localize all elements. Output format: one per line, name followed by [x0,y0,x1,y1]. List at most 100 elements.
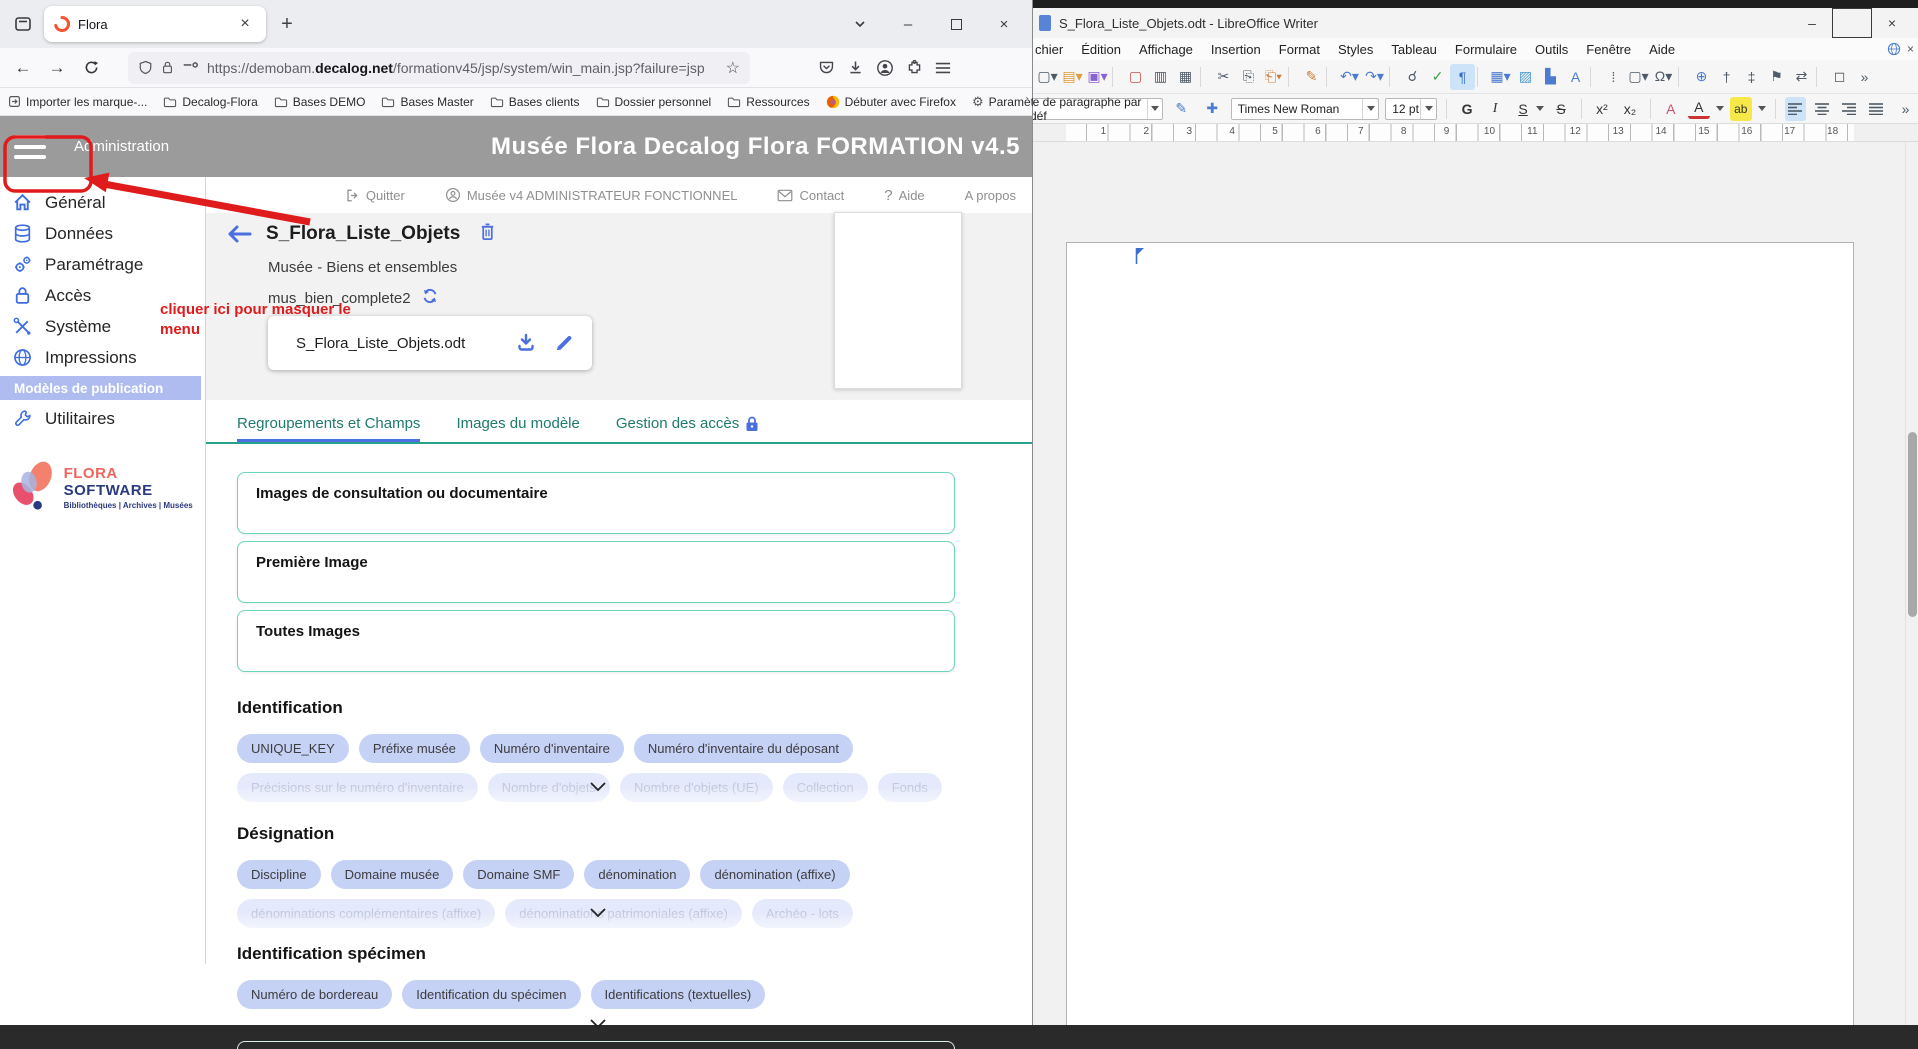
field-chip-disabled[interactable]: Collection [783,773,868,802]
separator-icon[interactable] [1590,67,1599,87]
writer-maximize-icon[interactable] [1832,8,1872,38]
field-chip-disabled[interactable]: Archéo - lots [752,899,853,928]
help-button[interactable]: ? Aide [884,187,924,204]
underline-button[interactable]: S [1512,97,1534,121]
field-chip[interactable]: Numéro d'inventaire [480,734,624,763]
field-chip[interactable]: dénomination [584,860,690,889]
downloads-icon[interactable] [847,59,864,76]
update-style-icon[interactable]: ✎ [1169,96,1194,122]
back-arrow-icon[interactable] [226,223,252,250]
shield-icon[interactable] [138,60,153,75]
endnote-icon[interactable]: ‡ [1739,64,1764,90]
container-icon[interactable] [182,61,199,74]
writer-scrollbar[interactable] [1905,142,1918,1025]
tab-close-icon[interactable]: × [234,13,256,35]
separator-icon[interactable] [1326,67,1335,87]
new-style-icon[interactable]: ✚ [1200,96,1225,122]
export-pdf-icon[interactable]: ▢ [1123,64,1148,90]
field-chip[interactable]: Domaine musée [331,860,454,889]
separator-icon[interactable] [1678,67,1687,87]
font-color-button[interactable]: A [1688,98,1710,119]
writer-close-icon[interactable]: × [1872,8,1912,38]
menu-item[interactable]: Formulaire [1455,42,1517,57]
bookmark-folder[interactable]: Decalog-Flora [163,95,257,109]
subscript-button[interactable]: x₂ [1619,97,1641,121]
separator-icon[interactable] [1389,67,1398,87]
separator-icon[interactable] [1816,67,1825,87]
spellcheck-icon[interactable]: ✓ [1425,64,1450,90]
pocket-icon[interactable] [818,59,835,76]
new-document-icon[interactable]: ▢▾ [1035,64,1060,90]
align-center-button[interactable] [1812,97,1833,121]
text-box-icon[interactable]: A [1563,64,1588,90]
bookmark-folder[interactable]: Bases DEMO [274,95,366,109]
chart-icon[interactable]: ▙ [1538,64,1563,90]
copy-icon[interactable]: ⎘ [1236,64,1261,90]
delete-icon[interactable] [478,221,497,247]
clear-formatting-button[interactable]: A [1660,97,1682,121]
menu-item[interactable]: Édition [1081,42,1121,57]
redo-icon[interactable]: ↷▾ [1362,64,1387,90]
bookmark-folder[interactable]: Bases clients [490,95,580,109]
cut-icon[interactable]: ✂ [1211,64,1236,90]
bookmark-folder[interactable]: Ressources [727,95,809,109]
edit-pencil-icon[interactable] [553,333,574,354]
sidebar-item-impressions[interactable]: Impressions [0,342,205,373]
menu-item[interactable]: Aide [1649,42,1675,57]
strikethrough-button[interactable]: S [1550,97,1572,121]
underline-dropdown-icon[interactable] [1536,106,1544,111]
close-icon[interactable]: × [984,7,1024,41]
writer-minimize-icon[interactable]: – [1792,8,1832,38]
bookmark-icon[interactable]: ⚑ [1764,64,1789,90]
bold-button[interactable]: G [1456,97,1478,121]
menu-icon[interactable] [935,61,951,75]
url-text[interactable]: https://demobam.decalog.net/formationv45… [207,60,718,76]
print-preview-icon[interactable]: ▦ [1173,64,1198,90]
page-break-icon[interactable]: ⁞ [1601,64,1626,90]
open-icon[interactable]: ▤▾ [1060,64,1085,90]
comment-icon[interactable]: ◻ [1827,64,1852,90]
overflow-icon[interactable]: » [1852,64,1877,90]
refresh-icon[interactable] [421,287,439,309]
superscript-button[interactable]: x² [1591,97,1613,121]
minimize-icon[interactable]: – [888,7,928,41]
account-icon[interactable] [876,59,894,77]
save-icon[interactable]: ▣▾ [1085,64,1110,90]
expand-chevron-icon[interactable] [589,906,607,924]
separator-icon[interactable] [1288,67,1297,87]
sidebar-item-utilitaires[interactable]: Utilitaires [0,403,205,434]
tab-gestion-acces[interactable]: Gestion des accès [616,415,759,442]
bookmark-folder[interactable]: Bases Master [381,95,473,109]
field-chip[interactable]: Numéro de bordereau [237,980,392,1009]
document-page[interactable] [1066,242,1854,1025]
footnote-icon[interactable]: † [1714,64,1739,90]
firefox-view-icon[interactable] [8,9,38,39]
hamburger-menu-icon[interactable] [14,135,46,159]
field-chip[interactable]: Préfixe musée [359,734,470,763]
field-chip[interactable]: Numéro d'inventaire du déposant [634,734,853,763]
bookmark-firefox-start[interactable]: Débuter avec Firefox [826,95,956,109]
image-icon[interactable]: ▨ [1513,64,1538,90]
separator-icon[interactable] [1477,67,1486,87]
highlight-dropdown-icon[interactable] [1758,106,1766,111]
download-icon[interactable] [515,332,537,354]
sidebar-item-modeles-publication[interactable]: Modèles de publication [0,376,201,400]
field-chip[interactable]: UNIQUE_KEY [237,734,349,763]
menu-item[interactable]: Insertion [1211,42,1261,57]
align-left-button[interactable] [1785,97,1806,121]
undo-icon[interactable]: ↶▾ [1337,64,1362,90]
menu-item[interactable]: Format [1279,42,1320,57]
field-chip[interactable]: Domaine SMF [463,860,574,889]
sidebar-item-donnees[interactable]: Données [0,218,205,249]
field-chip-disabled[interactable]: dénominations complémentaires (affixe) [237,899,495,928]
align-right-button[interactable] [1839,97,1860,121]
formatting-overflow-icon[interactable]: » [1893,96,1918,122]
sidebar-item-parametrage[interactable]: Paramétrage [0,249,205,280]
separator-icon[interactable] [1200,67,1209,87]
lock-icon[interactable] [161,60,174,75]
reload-icon[interactable] [76,53,106,83]
extensions-icon[interactable] [906,59,923,76]
about-button[interactable]: A propos [965,188,1016,203]
bookmark-star-icon[interactable]: ☆ [726,58,740,78]
maximize-icon[interactable] [936,7,976,41]
